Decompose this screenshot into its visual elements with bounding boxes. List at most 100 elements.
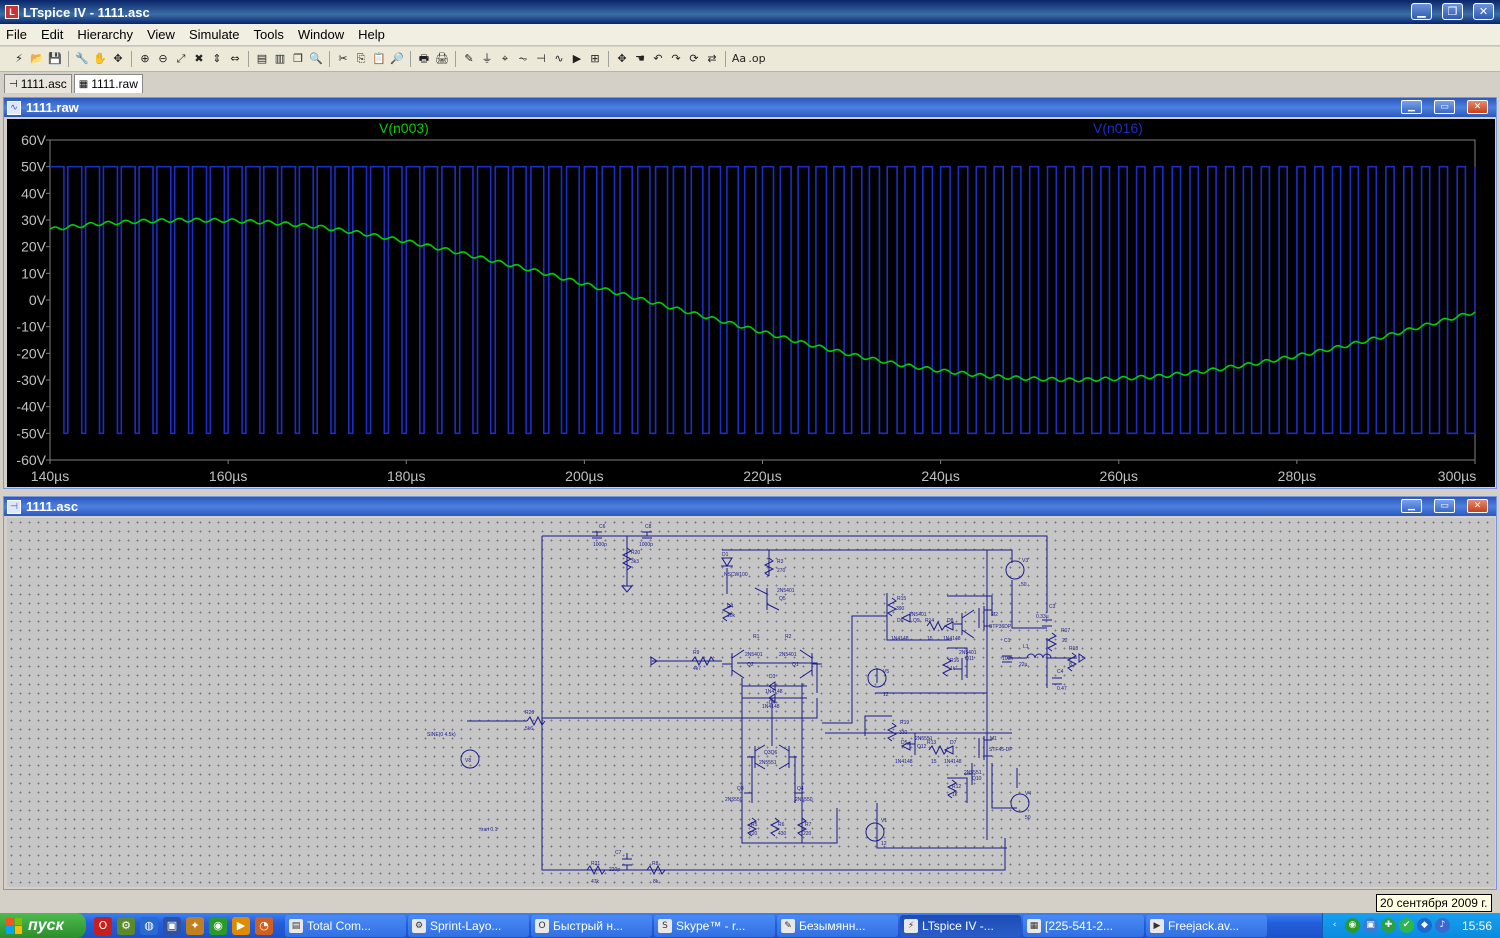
menu-tools[interactable]: Tools	[247, 27, 291, 42]
wire-icon[interactable]: ✎	[460, 50, 478, 68]
menu-view[interactable]: View	[140, 27, 182, 42]
task-app-icon: ▦	[1027, 918, 1041, 933]
label-r5: R5	[751, 822, 758, 828]
menu-edit[interactable]: Edit	[34, 27, 70, 42]
rotate-icon[interactable]: ⟳	[685, 50, 703, 68]
taskbar-item[interactable]: S Skype™ - r...	[654, 914, 775, 937]
firefox-icon[interactable]: ◔	[255, 916, 273, 935]
undo-icon[interactable]: ↶	[649, 50, 667, 68]
menu-bar: File Edit Hierarchy View Simulate Tools Window…	[0, 24, 1500, 46]
autorange-icon[interactable]: ⇕	[208, 50, 226, 68]
taskbar-item[interactable]: ▶ Freejack.av...	[1146, 914, 1267, 937]
control-panel-icon[interactable]: 🔧	[73, 50, 91, 68]
opera-icon[interactable]: O	[94, 916, 112, 935]
schematic-canvas[interactable]: C6 1000p C8 1000p R20 3k3 D1 NSCW100 R3 …	[7, 518, 1495, 887]
taskbar-item[interactable]: ⚙ Sprint-Layo...	[408, 914, 529, 937]
close-button[interactable]: ✕	[1473, 3, 1494, 20]
find-icon[interactable]: 🔍	[307, 50, 325, 68]
label-q5-name: Q5	[779, 596, 786, 602]
schematic-minimize-button[interactable]: ▁	[1401, 499, 1422, 513]
drag-icon[interactable]: ☚	[631, 50, 649, 68]
minimize-button[interactable]: ▁	[1411, 3, 1432, 20]
menu-window[interactable]: Window	[291, 27, 351, 42]
start-button[interactable]: пуск	[0, 913, 86, 938]
wand-icon[interactable]: ✦	[186, 916, 204, 935]
print-icon[interactable]: 🖨	[433, 50, 451, 68]
print-setup-icon[interactable]: 🖶	[415, 50, 433, 68]
waveform-window-title-bar[interactable]: ∿ 1111.raw ▁ ▭ ✕	[4, 98, 1496, 117]
text-icon[interactable]: Aa	[730, 50, 748, 68]
capacitor-icon[interactable]: ⊣	[532, 50, 550, 68]
pan-icon[interactable]: ✥	[109, 50, 127, 68]
tool-icon[interactable]: ⚙	[117, 916, 135, 935]
waveform-chart[interactable]: 60V 50V 40V 30V 20V 10V 0V -10V -20V -30V -40V -50V…	[7, 119, 1495, 487]
waveform-maximize-button[interactable]: ▭	[1434, 100, 1455, 114]
search-icon[interactable]: 🔎	[388, 50, 406, 68]
restore-button[interactable]: ❐	[1442, 3, 1463, 20]
save-icon[interactable]: 💾	[46, 50, 64, 68]
taskbar-item[interactable]: ▦ [225-541-2...	[1023, 914, 1144, 937]
waveform-plot[interactable]: 60V 50V 40V 30V 20V 10V 0V -10V -20V -30V -40V -50V…	[7, 119, 1495, 487]
menu-hierarchy[interactable]: Hierarchy	[70, 27, 140, 42]
cut-icon[interactable]: ✂	[334, 50, 352, 68]
tray-skype-icon[interactable]: ✔	[1399, 918, 1414, 933]
schematic-window-title-bar[interactable]: ⊣ 1111.asc ▁ ▭ ✕	[4, 497, 1496, 516]
mirror-icon[interactable]: ⇄	[703, 50, 721, 68]
redo-icon[interactable]: ↷	[667, 50, 685, 68]
tray-network-icon[interactable]: ▣	[1363, 918, 1378, 933]
menu-help[interactable]: Help	[351, 27, 392, 42]
schematic-maximize-button[interactable]: ▭	[1434, 499, 1455, 513]
label-r18: R18	[1069, 646, 1078, 652]
taskbar-item-label: Sprint-Layo...	[430, 918, 502, 933]
zoom-out-icon[interactable]: ⊖	[154, 50, 172, 68]
menu-simulate[interactable]: Simulate	[182, 27, 247, 42]
tray-arrow-icon[interactable]: ‹	[1327, 918, 1342, 933]
disk-icon[interactable]: ▣	[163, 916, 181, 935]
taskbar-item[interactable]: ▤ Total Com...	[285, 914, 406, 937]
taskbar-item[interactable]: O Быстрый н...	[531, 914, 652, 937]
tab-1111-asc[interactable]: ⊣ 1111.asc	[4, 74, 72, 93]
zoom-in-icon[interactable]: ⊕	[136, 50, 154, 68]
clock[interactable]: 15:56	[1462, 919, 1492, 933]
inductor-icon[interactable]: ∿	[550, 50, 568, 68]
tab-1111-raw[interactable]: ▦ 1111.raw	[73, 74, 143, 93]
globe-icon[interactable]: ◍	[140, 916, 158, 935]
ltspice-icon[interactable]: L	[5, 5, 19, 19]
resistor-icon[interactable]: ⏦	[514, 50, 532, 68]
waveform-minimize-button[interactable]: ▁	[1401, 100, 1422, 114]
tray-shield-icon[interactable]: ◆	[1417, 918, 1432, 933]
diode-icon[interactable]: ▶	[568, 50, 586, 68]
taskbar-item[interactable]: ⚡ LTspice IV -...	[900, 914, 1021, 937]
schematic-close-button[interactable]: ✕	[1467, 499, 1488, 513]
run-icon[interactable]: ⚡	[10, 50, 28, 68]
tile-vertical-icon[interactable]: ▥	[271, 50, 289, 68]
measure-icon[interactable]: ⇔	[226, 50, 244, 68]
spice-directive-icon[interactable]: .op	[748, 50, 766, 68]
zoom-cancel-icon[interactable]: ✖	[190, 50, 208, 68]
component-icon[interactable]: ⊞	[586, 50, 604, 68]
tile-horizontal-icon[interactable]: ▤	[253, 50, 271, 68]
label-r21: R21	[591, 861, 600, 867]
halt-icon[interactable]: ✋	[91, 50, 109, 68]
green-app-icon[interactable]: ◉	[209, 916, 227, 935]
waveform-close-button[interactable]: ✕	[1467, 100, 1488, 114]
zoom-full-icon[interactable]: ⤢	[172, 50, 190, 68]
schematic-drawing[interactable]: C6 1000p C8 1000p R20 3k3 D1 NSCW100 R3 …	[7, 518, 1495, 887]
menu-file[interactable]: File	[0, 27, 34, 42]
tray-volume-icon[interactable]: ♪	[1435, 918, 1450, 933]
move-icon[interactable]: ✥	[613, 50, 631, 68]
taskbar-item[interactable]: ✎ Безымянн...	[777, 914, 898, 937]
x-tick-label: 160µs	[209, 468, 247, 484]
open-icon[interactable]: 📂	[28, 50, 46, 68]
player-icon[interactable]: ▶	[232, 916, 250, 935]
tray-green-icon[interactable]: ◉	[1345, 918, 1360, 933]
ground-icon[interactable]: ⏚	[478, 50, 496, 68]
paste-icon[interactable]: 📋	[370, 50, 388, 68]
label-r17: R17	[1061, 628, 1070, 634]
label-d4-value: 1N4148	[762, 704, 780, 710]
app-title-bar[interactable]: L LTspice IV - 1111.asc ▁ ❐ ✕	[0, 0, 1500, 24]
tray-antivirus-icon[interactable]: ✚	[1381, 918, 1396, 933]
cascade-icon[interactable]: ❐	[289, 50, 307, 68]
copy-icon[interactable]: ⎘	[352, 50, 370, 68]
label-icon[interactable]: ⌖	[496, 50, 514, 68]
